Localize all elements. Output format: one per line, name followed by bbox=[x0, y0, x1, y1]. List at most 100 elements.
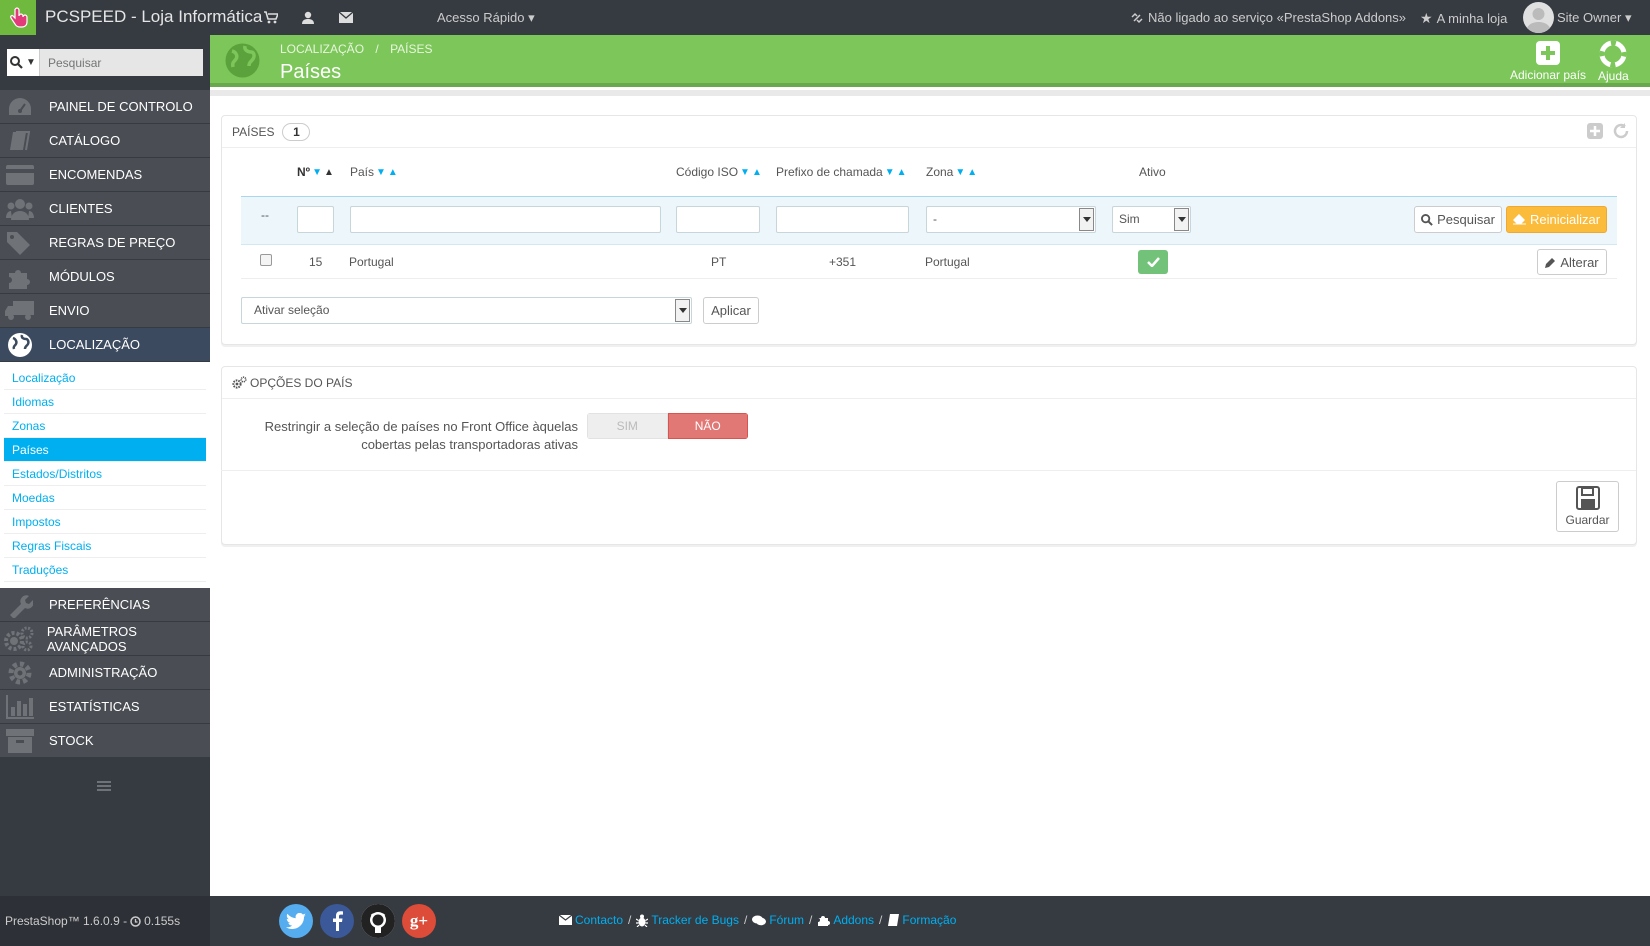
bar-chart-icon bbox=[0, 690, 40, 724]
submenu-item-translations[interactable]: Traduções bbox=[4, 558, 206, 582]
column-prefix: Prefixo de chamada ▼ ▲ bbox=[776, 165, 907, 179]
training-link[interactable]: Formação bbox=[887, 913, 956, 927]
sidebar-item-label: PAINEL DE CONTROLO bbox=[49, 99, 193, 114]
sidebar-item-label: PARÂMETROS AVANÇADOS bbox=[46, 623, 137, 654]
google-plus-icon[interactable]: g+ bbox=[402, 904, 436, 938]
cart-icon[interactable] bbox=[262, 8, 280, 26]
reset-button-label: Reinicializar bbox=[1529, 212, 1601, 227]
submenu-item-zones[interactable]: Zonas bbox=[4, 414, 206, 438]
filter-active-select[interactable]: Sim bbox=[1112, 206, 1191, 233]
sidebar-item-orders[interactable]: ENCOMENDAS bbox=[0, 158, 210, 192]
envelope-icon[interactable] bbox=[337, 8, 355, 26]
sidebar-item-stock[interactable]: STOCK bbox=[0, 724, 210, 758]
user-name: Site Owner bbox=[1557, 10, 1622, 25]
switch-yes-option[interactable]: SIM bbox=[587, 413, 668, 439]
sort-desc-icon[interactable]: ▼ bbox=[312, 167, 322, 178]
sort-desc-icon[interactable]: ▼ bbox=[740, 167, 750, 178]
contact-link[interactable]: Contacto bbox=[559, 913, 623, 927]
submenu-item-states[interactable]: Estados/Distritos bbox=[4, 462, 206, 486]
sidebar-item-shipping[interactable]: ENVIO bbox=[0, 294, 210, 328]
sort-asc-icon[interactable]: ▲ bbox=[897, 167, 907, 178]
switch-no-option[interactable]: NÃO bbox=[667, 413, 748, 439]
sort-desc-icon[interactable]: ▼ bbox=[955, 167, 965, 178]
cog-icon bbox=[0, 656, 40, 690]
twitter-icon[interactable] bbox=[279, 904, 313, 938]
add-new-icon[interactable] bbox=[1586, 122, 1604, 140]
countries-heading: PAÍSES bbox=[232, 124, 275, 139]
save-button[interactable]: Guardar bbox=[1556, 481, 1619, 532]
search-button-label: Pesquisar bbox=[1437, 212, 1495, 227]
submenu-item-localization[interactable]: Localização bbox=[4, 366, 206, 390]
column-iso-label: Código ISO bbox=[676, 165, 739, 179]
bug-tracker-link[interactable]: Tracker de Bugs bbox=[636, 913, 739, 927]
submenu-item-countries[interactable]: Países bbox=[4, 438, 206, 462]
help-button[interactable]: Ajuda bbox=[1598, 40, 1629, 83]
add-country-button[interactable]: Adicionar país bbox=[1510, 40, 1586, 82]
submenu-item-tax-rules[interactable]: Regras Fiscais bbox=[4, 534, 206, 558]
submenu-item-currencies[interactable]: Moedas bbox=[4, 486, 206, 510]
sidebar-item-stats[interactable]: ESTATÍSTICAS bbox=[0, 690, 210, 724]
github-icon[interactable] bbox=[361, 904, 395, 938]
filter-iso-input[interactable] bbox=[676, 206, 760, 233]
eraser-icon bbox=[1512, 214, 1526, 225]
save-button-label: Guardar bbox=[1565, 513, 1610, 527]
sidebar-item-customers[interactable]: CLIENTES bbox=[0, 192, 210, 226]
sidebar-item-administration[interactable]: ADMINISTRAÇÃO bbox=[0, 656, 210, 690]
row-checkbox[interactable] bbox=[260, 254, 272, 266]
bulk-action-select[interactable]: Ativar seleção bbox=[241, 297, 692, 324]
breadcrumb-item-localization[interactable]: LOCALIZAÇÃO bbox=[280, 42, 364, 56]
forum-link[interactable]: Fórum bbox=[752, 913, 804, 927]
filter-prefix-input[interactable] bbox=[776, 206, 909, 233]
panel-footer-divider bbox=[221, 470, 1636, 471]
breadcrumb-item-countries[interactable]: PAÍSES bbox=[390, 42, 432, 56]
my-store-link[interactable]: ★ A minha loja bbox=[1420, 10, 1507, 27]
filter-zone-value: - bbox=[933, 212, 937, 226]
search-type-button[interactable]: ▼ bbox=[7, 49, 40, 76]
addons-link[interactable]: Addons bbox=[817, 913, 874, 927]
sort-desc-icon[interactable]: ▼ bbox=[376, 167, 386, 178]
shop-name[interactable]: PCSPEED - Loja Informática bbox=[45, 7, 262, 27]
addons-status[interactable]: Não ligado ao serviço «PrestaShop Addons… bbox=[1130, 10, 1406, 25]
user-icon[interactable] bbox=[299, 8, 317, 26]
sidebar-item-modules[interactable]: MÓDULOS bbox=[0, 260, 210, 294]
submenu-item-languages[interactable]: Idiomas bbox=[4, 390, 206, 414]
search-input[interactable] bbox=[40, 49, 203, 76]
puzzle-icon bbox=[818, 916, 831, 926]
sort-desc-icon[interactable]: ▼ bbox=[885, 167, 895, 178]
column-zone-label: Zona bbox=[926, 165, 954, 179]
bug-tracker-label: Tracker de Bugs bbox=[651, 913, 739, 927]
submenu-item-taxes[interactable]: Impostos bbox=[4, 510, 206, 534]
sidebar-item-localization[interactable]: LOCALIZAÇÃO bbox=[0, 328, 210, 362]
sort-asc-icon[interactable]: ▲ bbox=[388, 167, 398, 178]
sidebar-item-label: LOCALIZAÇÃO bbox=[49, 337, 141, 352]
user-menu[interactable]: Site Owner ▾ bbox=[1557, 10, 1631, 26]
sidebar-item-advanced[interactable]: PARÂMETROS AVANÇADOS bbox=[0, 622, 210, 656]
filter-country-input[interactable] bbox=[350, 206, 661, 233]
menu-collapse-icon[interactable] bbox=[97, 781, 111, 793]
reset-button[interactable]: Reinicializar bbox=[1506, 206, 1607, 233]
apply-button[interactable]: Aplicar bbox=[703, 297, 759, 324]
search-button[interactable]: Pesquisar bbox=[1414, 206, 1502, 233]
filter-id-input[interactable] bbox=[297, 206, 334, 233]
sidebar-item-label: ADMINISTRAÇÃO bbox=[49, 665, 158, 680]
version-text: PrestaShop™ 1.6.0.9 - bbox=[5, 914, 128, 928]
avatar[interactable] bbox=[1523, 2, 1554, 33]
sidebar-item-label: ESTATÍSTICAS bbox=[49, 699, 140, 714]
dropdown-arrow-icon bbox=[1174, 208, 1189, 231]
cell-prefix: +351 bbox=[829, 255, 857, 269]
sort-asc-icon[interactable]: ▲ bbox=[324, 167, 334, 178]
quick-access-menu[interactable]: Acesso Rápido ▾ bbox=[437, 10, 535, 26]
sidebar-item-dashboard[interactable]: PAINEL DE CONTROLO bbox=[0, 90, 210, 124]
sort-asc-icon[interactable]: ▲ bbox=[752, 167, 762, 178]
edit-button[interactable]: Alterar bbox=[1537, 249, 1607, 275]
sidebar-item-price-rules[interactable]: REGRAS DE PREÇO bbox=[0, 226, 210, 260]
sidebar-item-catalog[interactable]: CATÁLOGO bbox=[0, 124, 210, 158]
logo-button[interactable] bbox=[0, 0, 36, 35]
sort-asc-icon[interactable]: ▲ bbox=[967, 167, 977, 178]
filter-zone-select[interactable]: - bbox=[926, 206, 1096, 233]
sidebar-item-preferences[interactable]: PREFERÊNCIAS bbox=[0, 588, 210, 622]
active-status-toggle[interactable] bbox=[1138, 250, 1168, 274]
cogs-icon bbox=[232, 376, 247, 389]
refresh-icon[interactable] bbox=[1612, 122, 1630, 140]
facebook-icon[interactable] bbox=[320, 904, 354, 938]
